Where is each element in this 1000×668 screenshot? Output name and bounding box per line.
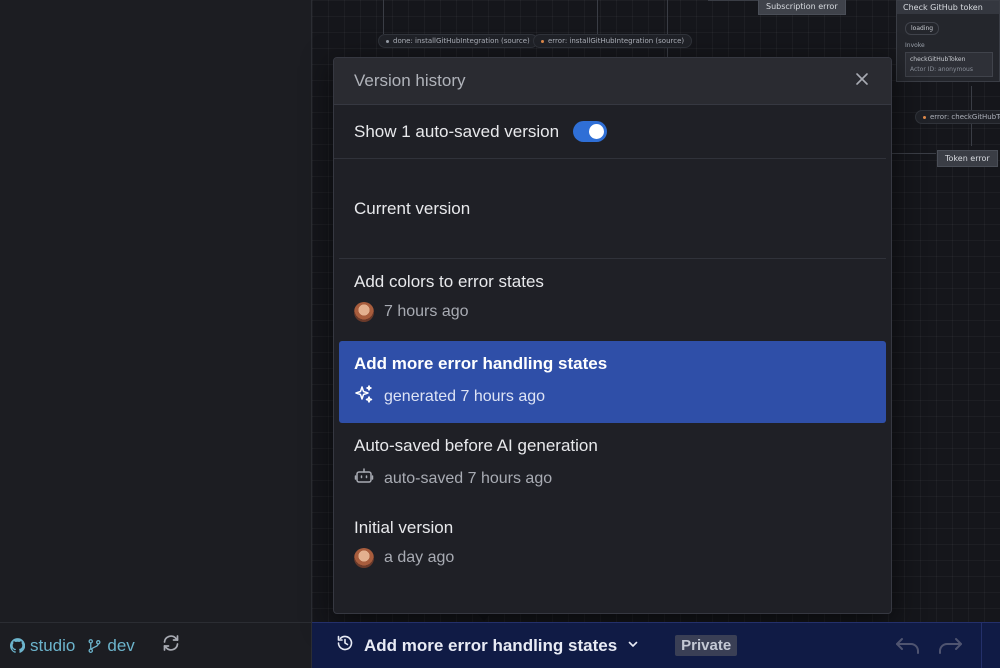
invoke-label: Invoke bbox=[905, 42, 925, 49]
version-timestamp: a day ago bbox=[384, 549, 455, 566]
sidebar: studio dev bbox=[0, 0, 312, 668]
studio-link[interactable]: studio bbox=[10, 636, 75, 656]
dialog-title: Version history bbox=[354, 71, 466, 90]
actor-id-label: Actor ID: bbox=[910, 66, 937, 73]
invoke-name: checkGitHubToken bbox=[910, 56, 966, 63]
branch-label: dev bbox=[107, 635, 135, 655]
autosave-toggle-row: Show 1 auto-saved version bbox=[334, 105, 886, 159]
sidebar-footer: studio dev bbox=[0, 622, 312, 668]
redo-button[interactable] bbox=[936, 635, 964, 662]
version-history-dialog: Version history Show 1 auto-saved versio… bbox=[333, 57, 892, 614]
history-icon bbox=[336, 634, 354, 657]
divider bbox=[981, 623, 982, 668]
transition-line bbox=[667, 0, 668, 60]
robot-icon bbox=[354, 466, 374, 491]
studio-label: studio bbox=[30, 635, 76, 655]
version-list: Current version Add colors to error stat… bbox=[334, 159, 891, 587]
transition-chip[interactable]: error: checkGitHubToken bbox=[915, 110, 1000, 124]
autosave-toggle[interactable] bbox=[573, 121, 608, 142]
version-meta: a day ago bbox=[354, 548, 871, 568]
version-history-trigger[interactable]: Add more error handling states bbox=[336, 634, 639, 657]
transition-line bbox=[383, 0, 384, 34]
version-meta: auto-saved 7 hours ago bbox=[354, 466, 871, 491]
git-branch-icon bbox=[87, 638, 102, 654]
transition-line bbox=[597, 0, 598, 34]
github-icon bbox=[10, 638, 25, 653]
toggle-knob bbox=[589, 124, 605, 139]
transition-line bbox=[708, 0, 758, 1]
transition-chip[interactable]: error: installGitHubIntegration (source) bbox=[533, 34, 693, 48]
version-item[interactable]: Initial version a day ago bbox=[339, 505, 886, 587]
version-item[interactable]: Add colors to error states 7 hours ago bbox=[339, 259, 886, 341]
branch-link[interactable]: dev bbox=[87, 635, 135, 656]
chevron-down-icon bbox=[627, 637, 639, 655]
refresh-icon bbox=[161, 633, 181, 658]
state-tag: loading bbox=[905, 22, 940, 35]
sync-button[interactable] bbox=[161, 633, 181, 658]
close-icon bbox=[855, 72, 869, 91]
subscription-error-node[interactable]: Subscription error bbox=[758, 0, 846, 15]
undo-redo-group bbox=[894, 635, 964, 662]
version-title: Add colors to error states bbox=[354, 272, 544, 291]
version-item[interactable]: Auto-saved before AI generation auto-sav… bbox=[339, 423, 886, 505]
popover-caret bbox=[478, 614, 490, 621]
check-github-token-node[interactable]: Check GitHub token loading Invoke checkG… bbox=[896, 0, 1000, 82]
transition-line bbox=[892, 153, 936, 154]
dialog-header: Version history bbox=[334, 58, 891, 105]
close-button[interactable] bbox=[853, 72, 871, 90]
sparkles-icon bbox=[354, 384, 374, 409]
version-timestamp: generated 7 hours ago bbox=[384, 387, 546, 405]
version-item-selected[interactable]: Add more error handling states generated… bbox=[339, 341, 886, 423]
transition-chip[interactable]: done: installGitHubIntegration (source) bbox=[378, 34, 538, 48]
autosave-toggle-label: Show 1 auto-saved version bbox=[354, 121, 560, 141]
token-error-node[interactable]: Token error bbox=[937, 150, 998, 167]
version-title: Add more error handling states bbox=[354, 354, 608, 373]
avatar bbox=[354, 548, 374, 568]
redo-icon bbox=[936, 638, 964, 661]
version-title: Initial version bbox=[354, 518, 454, 537]
version-meta: 7 hours ago bbox=[354, 302, 871, 322]
bottom-bar: Add more error handling states Private bbox=[312, 622, 1000, 668]
version-meta: generated 7 hours ago bbox=[354, 384, 871, 409]
actor-id-value: anonymous bbox=[938, 66, 973, 73]
undo-icon bbox=[894, 638, 922, 661]
undo-button[interactable] bbox=[894, 635, 922, 662]
current-version-item[interactable]: Current version bbox=[339, 159, 886, 259]
visibility-badge[interactable]: Private bbox=[675, 635, 738, 656]
avatar bbox=[354, 302, 374, 322]
invoke-box: checkGitHubToken Actor ID: anonymous bbox=[905, 52, 993, 77]
project-version-title: Add more error handling states bbox=[364, 635, 618, 655]
version-timestamp: 7 hours ago bbox=[384, 303, 469, 320]
state-title: Check GitHub token bbox=[897, 1, 999, 14]
current-version-label: Current version bbox=[354, 198, 471, 218]
version-timestamp: auto-saved 7 hours ago bbox=[384, 469, 553, 487]
version-title: Auto-saved before AI generation bbox=[354, 436, 598, 455]
